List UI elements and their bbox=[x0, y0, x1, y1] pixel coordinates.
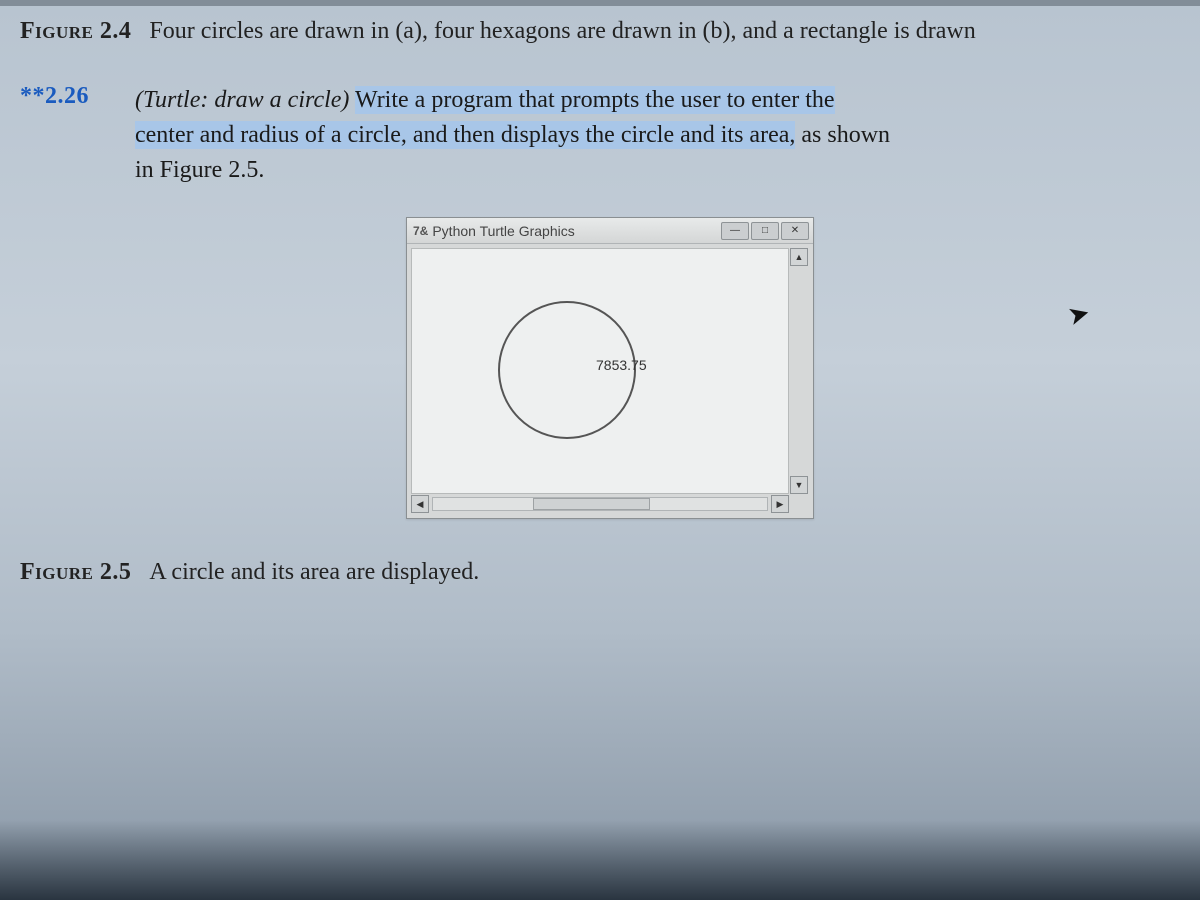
figure-2-5-image: 7& Python Turtle Graphics — □ ✕ 7853.75 … bbox=[20, 217, 1200, 519]
area-text: 7853.75 bbox=[596, 357, 647, 373]
turtle-window: 7& Python Turtle Graphics — □ ✕ 7853.75 … bbox=[406, 217, 814, 519]
exercise-body: (Turtle: draw a circle) Write a program … bbox=[135, 83, 890, 187]
exercise-highlight-line1: Write a program that prompts the user to… bbox=[355, 86, 835, 114]
close-button[interactable]: ✕ bbox=[781, 222, 809, 240]
figure-2-5-label: Figure 2.5 bbox=[20, 559, 131, 585]
window-titlebar[interactable]: 7& Python Turtle Graphics — □ ✕ bbox=[407, 218, 813, 244]
maximize-button[interactable]: □ bbox=[751, 222, 779, 240]
horizontal-scrollbar[interactable]: ◀ ▶ bbox=[411, 494, 789, 514]
scroll-down-button[interactable]: ▼ bbox=[790, 476, 808, 494]
tk-icon: 7& bbox=[413, 224, 428, 238]
figure-2-5-caption: Figure 2.5 A circle and its area are disp… bbox=[20, 559, 1200, 586]
figure-2-4-caption: Figure 2.4 Four circles are drawn in (a),… bbox=[20, 18, 1200, 45]
exercise-plain-line3: in Figure 2.5. bbox=[135, 157, 264, 183]
vertical-scrollbar[interactable]: ▲ ▼ bbox=[789, 248, 809, 494]
textbook-page: Figure 2.4 Four circles are drawn in (a),… bbox=[0, 0, 1200, 900]
window-title: Python Turtle Graphics bbox=[432, 223, 719, 239]
exercise-2-26: **2.26 (Turtle: draw a circle) Write a p… bbox=[20, 83, 1200, 187]
figure-2-4-label: Figure 2.4 bbox=[20, 18, 131, 44]
hscroll-thumb[interactable] bbox=[533, 498, 650, 510]
figure-2-4-text: Four circles are drawn in (a), four hexa… bbox=[149, 18, 975, 44]
scroll-up-button[interactable]: ▲ bbox=[790, 248, 808, 266]
exercise-title: (Turtle: draw a circle) bbox=[135, 87, 349, 113]
scroll-right-button[interactable]: ▶ bbox=[771, 495, 789, 513]
scroll-left-button[interactable]: ◀ bbox=[411, 495, 429, 513]
exercise-plain-line2b: as shown bbox=[795, 122, 890, 148]
minimize-button[interactable]: — bbox=[721, 222, 749, 240]
window-client-area: 7853.75 ▲ ▼ bbox=[407, 244, 813, 494]
exercise-number: **2.26 bbox=[20, 83, 135, 110]
figure-2-5-text: A circle and its area are displayed. bbox=[149, 559, 479, 585]
exercise-highlight-line2: center and radius of a circle, and then … bbox=[135, 121, 795, 149]
hscroll-track[interactable] bbox=[432, 497, 768, 511]
turtle-canvas: 7853.75 bbox=[411, 248, 789, 494]
